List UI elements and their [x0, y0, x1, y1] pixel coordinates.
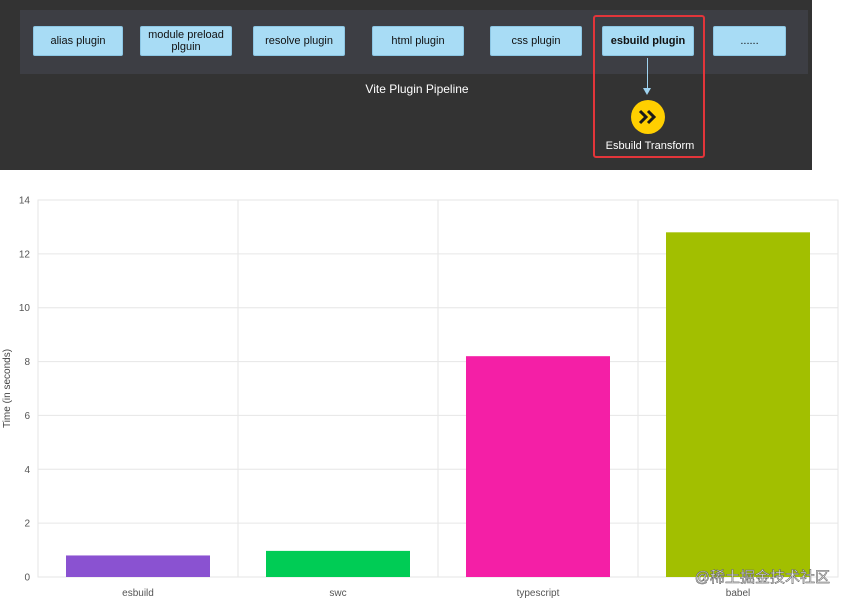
esbuild-logo-icon: [631, 100, 665, 134]
esbuild-highlight-frame: [593, 15, 705, 158]
x-tick-label: typescript: [517, 588, 560, 599]
y-tick-label: 0: [24, 573, 30, 584]
pipeline-title: Vite Plugin Pipeline: [365, 82, 469, 96]
y-tick-label: 2: [24, 519, 30, 530]
y-tick-label: 6: [24, 411, 30, 422]
transform-time-bar-chart: 0 2 4 6 8 10 12 14 esbuild swc typescript babel Ti…: [2, 196, 839, 599]
double-chevron-icon: [638, 109, 657, 125]
bar-esbuild: [66, 555, 210, 577]
esbuild-transform-label: Esbuild Transform: [605, 140, 695, 152]
css-plugin-box: css plugin: [490, 26, 582, 56]
y-tick-label: 10: [19, 303, 31, 314]
y-tick-label: 4: [24, 465, 30, 476]
more-plugins-box: ......: [713, 26, 786, 56]
x-tick-label: babel: [726, 588, 750, 599]
arrow-line: [647, 58, 648, 88]
x-tick-label: esbuild: [122, 588, 154, 599]
vite-plugin-pipeline-diagram: alias plugin module preload plguin resol…: [0, 0, 812, 170]
bar-swc: [266, 550, 410, 577]
bar-babel: [666, 232, 810, 578]
alias-plugin-box: alias plugin: [33, 26, 123, 56]
y-tick-label: 14: [19, 196, 31, 207]
html-plugin-box: html plugin: [372, 26, 464, 56]
y-axis-ticks: 0 2 4 6 8 10 12 14: [19, 196, 31, 584]
x-axis-ticks: esbuild swc typescript babel: [122, 588, 750, 599]
module-preload-plugin-box: module preload plguin: [140, 26, 232, 56]
y-tick-label: 8: [24, 357, 30, 368]
x-tick-label: swc: [329, 588, 346, 599]
y-tick-label: 12: [19, 249, 31, 260]
watermark-text: @稀土掘金技术社区: [695, 569, 830, 586]
y-axis-label: Time (in seconds): [2, 349, 13, 428]
arrow-down-icon: [643, 88, 651, 95]
bar-typescript: [466, 356, 610, 577]
resolve-plugin-box: resolve plugin: [253, 26, 345, 56]
